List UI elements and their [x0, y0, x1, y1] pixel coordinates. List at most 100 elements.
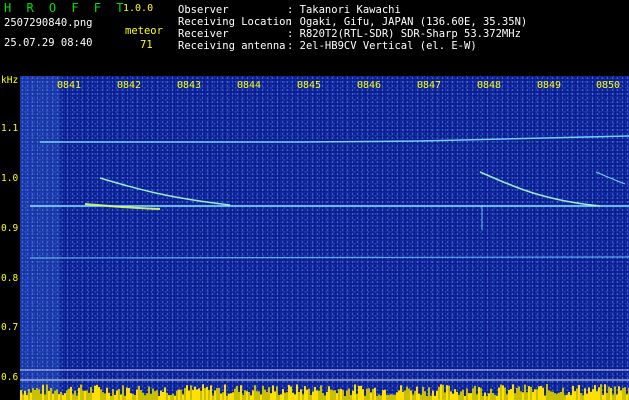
- noise-floor-bar: [492, 392, 494, 400]
- noise-floor-bar: [452, 393, 454, 400]
- noise-floor-bar: [50, 387, 52, 400]
- noise-floor-bar: [392, 394, 394, 400]
- noise-floor-bar: [246, 391, 248, 400]
- noise-floor-bar: [616, 394, 618, 400]
- x-tick-label: 0845: [297, 80, 322, 91]
- noise-floor-bar: [60, 391, 62, 400]
- noise-floor-bar: [490, 388, 492, 400]
- noise-floor-bar: [296, 384, 298, 400]
- noise-floor-bar: [152, 388, 154, 400]
- noise-floor-bar: [368, 388, 370, 400]
- noise-floor-bar: [264, 389, 266, 400]
- noise-floor-bar: [142, 392, 144, 400]
- noise-floor-bar: [138, 385, 140, 400]
- noise-floor-bar: [512, 384, 514, 400]
- noise-floor-bar: [428, 387, 430, 400]
- meteor-trace-1: [99, 177, 231, 206]
- noise-floor-bar: [158, 395, 160, 400]
- noise-floor-bar: [208, 389, 210, 400]
- noise-band: [20, 76, 60, 400]
- noise-floor-bar: [508, 389, 510, 400]
- noise-floor-bar: [188, 390, 190, 400]
- noise-floor-bar: [140, 390, 142, 400]
- noise-floor-bar: [434, 395, 436, 400]
- noise-floor-bar: [530, 386, 532, 400]
- noise-floor-bar: [564, 395, 566, 400]
- noise-floor-bar: [544, 395, 546, 400]
- noise-floor-bar: [218, 387, 220, 400]
- noise-floor-bar: [110, 395, 112, 400]
- noise-floor-bar: [128, 388, 130, 400]
- noise-floor-bar: [22, 394, 24, 400]
- x-tick-label: 0842: [117, 80, 142, 91]
- noise-floor-bar: [156, 390, 158, 400]
- noise-floor-bar: [82, 390, 84, 400]
- noise-floor-bar: [382, 390, 384, 400]
- noise-floor-bar: [500, 384, 502, 400]
- noise-floor-bar: [408, 388, 410, 400]
- noise-floor-bar: [414, 390, 416, 400]
- noise-floor-bar: [230, 393, 232, 400]
- y-tick-label: 0.6: [1, 372, 19, 383]
- x-tick-label: 0848: [477, 80, 502, 91]
- noise-floor-bar: [76, 395, 78, 400]
- noise-floor-bar: [406, 386, 408, 400]
- x-tick-label: 0847: [417, 80, 442, 91]
- noise-floor-bar: [568, 392, 570, 400]
- noise-floor-bar: [438, 386, 440, 400]
- noise-floor-bar: [528, 386, 530, 400]
- noise-floor-bar: [172, 393, 174, 400]
- meteor-trace-3: [479, 171, 601, 207]
- noise-floor-bar: [376, 395, 378, 400]
- noise-floor-bar: [586, 393, 588, 400]
- noise-floor-bar: [474, 385, 476, 400]
- noise-floor-bar: [190, 385, 192, 400]
- noise-floor-bar: [260, 394, 262, 400]
- noise-floor-bar: [184, 388, 186, 400]
- noise-floor-bar: [224, 384, 226, 400]
- noise-floor-bar: [204, 388, 206, 400]
- noise-floor-bar: [92, 392, 94, 400]
- noise-floor-bar: [538, 386, 540, 400]
- noise-floor-bar: [322, 393, 324, 400]
- noise-floor-bar: [604, 384, 606, 400]
- noise-floor-bar: [554, 393, 556, 400]
- noise-floor-bar: [220, 393, 222, 400]
- noise-floor-bar: [42, 384, 44, 400]
- noise-floor-bar: [302, 394, 304, 400]
- noise-floor-bar: [606, 392, 608, 400]
- noise-floor-bar: [182, 394, 184, 400]
- noise-floor-bar: [524, 384, 526, 400]
- noise-floor-bar: [476, 394, 478, 400]
- noise-floor-bar: [576, 388, 578, 400]
- noise-floor-bar: [342, 390, 344, 400]
- noise-floor-bar: [578, 385, 580, 400]
- noise-floor-bar: [136, 389, 138, 400]
- noise-floor-bar: [180, 389, 182, 400]
- noise-floor-bar: [546, 384, 548, 400]
- noise-floor-bar: [256, 391, 258, 400]
- carrier-line-1: [40, 135, 629, 143]
- noise-floor-bar: [252, 390, 254, 400]
- noise-floor-bar: [532, 391, 534, 400]
- noise-floor-bar: [68, 388, 70, 400]
- noise-floor-bar: [106, 387, 108, 400]
- noise-floor-bar: [506, 394, 508, 400]
- noise-floor-bar: [338, 389, 340, 400]
- noise-floor-bar: [536, 389, 538, 400]
- noise-floor-bar: [280, 394, 282, 400]
- noise-floor-bar: [176, 390, 178, 400]
- noise-floor-bar: [206, 386, 208, 400]
- noise-floor-bar: [592, 389, 594, 400]
- noise-floor-bar: [254, 385, 256, 400]
- noise-floor-bar: [520, 391, 522, 400]
- noise-floor-bar: [314, 386, 316, 400]
- noise-floor-bar: [534, 389, 536, 400]
- noise-floor-bar: [458, 394, 460, 400]
- noise-floor-bar: [410, 390, 412, 400]
- noise-floor-bar: [154, 391, 156, 400]
- noise-floor-bar: [466, 388, 468, 400]
- noise-floor-bar: [210, 385, 212, 400]
- noise-floor-bar: [454, 389, 456, 400]
- noise-floor-bar: [550, 391, 552, 400]
